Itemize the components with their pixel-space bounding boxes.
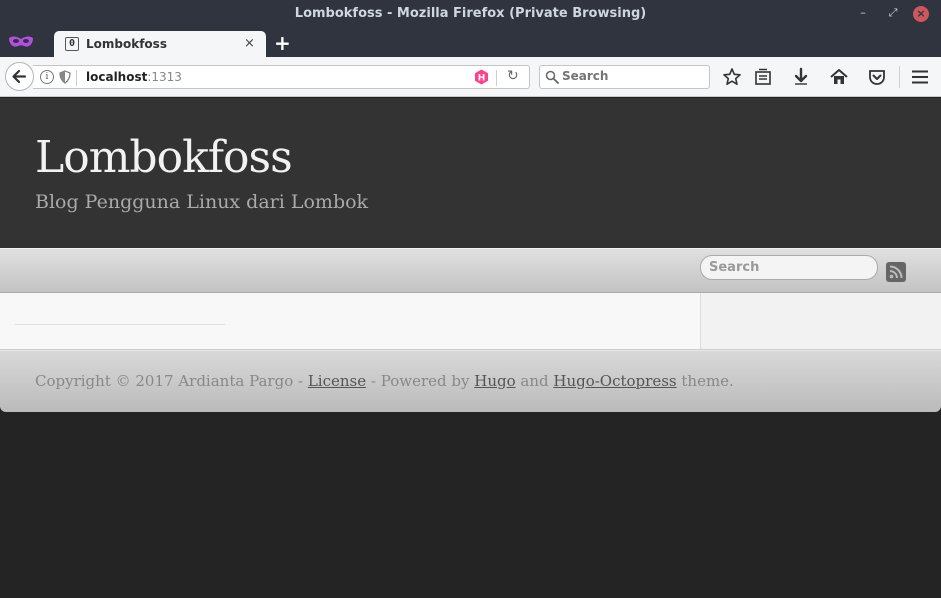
footer-text: Copyright © 2017 Ardianta Pargo - Licens… (35, 372, 734, 390)
site-search-input[interactable] (700, 255, 878, 280)
content-divider (15, 324, 225, 325)
home-icon[interactable] (829, 67, 849, 87)
license-link[interactable]: License (308, 372, 366, 390)
svg-text:H: H (478, 74, 486, 84)
reload-icon[interactable]: ↻ (507, 68, 519, 84)
url-bar[interactable]: i localhost:1313 H ↻ (33, 65, 530, 89)
window-title: Lombokfoss - Mozilla Firefox (Private Br… (294, 6, 647, 21)
footer-and: and (515, 372, 554, 390)
footer-theme: theme. (676, 372, 734, 390)
maximize-button[interactable]: ⤢ (885, 6, 901, 22)
site-header: Lombokfoss Blog Pengguna Linux dari Lomb… (0, 98, 941, 248)
url-divider (76, 70, 77, 86)
url-divider (496, 70, 497, 86)
new-tab-button[interactable]: + (274, 31, 291, 55)
toolbar-separator (899, 66, 900, 88)
hugo-icon[interactable]: H (474, 69, 489, 85)
tab-favicon: 0 (65, 37, 79, 51)
pocket-icon[interactable] (867, 67, 887, 87)
sidebar (700, 293, 941, 349)
search-icon (545, 70, 559, 84)
shield-icon[interactable] (59, 70, 71, 84)
tab-label: Lombokfoss (86, 37, 167, 51)
close-window-button[interactable]: × (913, 6, 929, 22)
info-icon[interactable]: i (40, 70, 54, 84)
site-subtitle: Blog Pengguna Linux dari Lombok (35, 191, 369, 213)
back-button[interactable] (5, 62, 34, 91)
tab-lombokfoss[interactable]: 0 Lombokfoss × (54, 31, 266, 58)
site-footer: Copyright © 2017 Ardianta Pargo - Licens… (0, 350, 941, 412)
hugo-link[interactable]: Hugo (474, 372, 515, 390)
tab-strip: 0 Lombokfoss × + (0, 29, 941, 58)
search-bar[interactable] (539, 65, 710, 89)
footer-powered-by: - Powered by (366, 372, 475, 390)
search-input[interactable] (562, 69, 702, 83)
site-title[interactable]: Lombokfoss (35, 132, 293, 183)
private-mask-icon (9, 36, 33, 47)
back-arrow-icon (12, 69, 27, 84)
site-nav (0, 248, 941, 293)
rss-icon[interactable] (886, 262, 906, 282)
window-titlebar: Lombokfoss - Mozilla Firefox (Private Br… (0, 0, 941, 29)
navigation-toolbar: i localhost:1313 H ↻ (0, 57, 941, 97)
url-host: localhost (86, 70, 148, 84)
library-icon[interactable] (753, 67, 773, 87)
hugo-octopress-link[interactable]: Hugo-Octopress (553, 372, 676, 390)
star-icon[interactable] (722, 67, 742, 87)
minimize-button[interactable]: – (855, 6, 871, 22)
main-content (0, 293, 941, 350)
web-page: Lombokfoss Blog Pengguna Linux dari Lomb… (0, 98, 941, 598)
download-icon[interactable] (791, 67, 811, 87)
url-text[interactable]: localhost:1313 (86, 70, 182, 84)
menu-icon[interactable] (910, 67, 930, 87)
close-tab-button[interactable]: × (244, 36, 255, 51)
url-port: :1313 (147, 70, 182, 84)
footer-copyright: Copyright © 2017 Ardianta Pargo - (35, 372, 308, 390)
